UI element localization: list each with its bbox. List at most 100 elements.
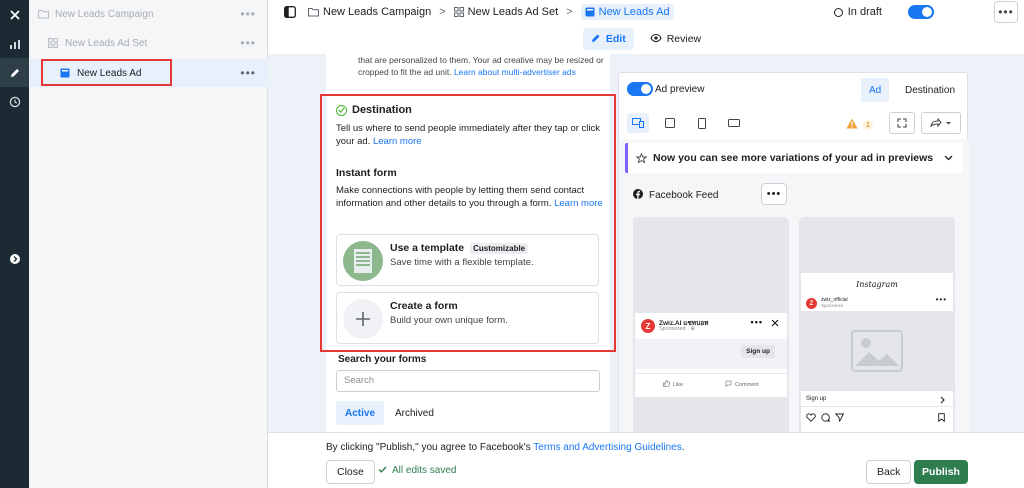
comment-action: Comment: [725, 380, 759, 389]
ad-preview-label: Ad preview: [655, 84, 705, 95]
back-button[interactable]: Back: [866, 460, 912, 484]
landscape-format-icon[interactable]: [723, 113, 745, 133]
tree-item-label: New Leads Campaign: [55, 8, 154, 20]
banner-text: Now you can see more variations of your …: [653, 152, 934, 164]
pencil-icon: [591, 33, 601, 46]
create-form-title: Create a form: [390, 300, 458, 312]
clock-icon[interactable]: [0, 87, 29, 116]
tab-ad[interactable]: Ad: [861, 78, 890, 102]
more-icon[interactable]: •••: [240, 36, 256, 50]
more-icon: •••: [750, 317, 763, 327]
sidebar-toggle-icon[interactable]: [284, 6, 296, 18]
tree-item-ad[interactable]: New Leads Ad •••: [29, 59, 268, 87]
consent-suffix: .: [681, 442, 685, 453]
warning-icon[interactable]: [841, 113, 863, 133]
draft-status: In draft: [833, 5, 934, 19]
close-icon[interactable]: [0, 0, 29, 29]
instant-form-description: Make connections with people by letting …: [336, 184, 604, 210]
square-format-icon[interactable]: [659, 113, 681, 133]
pencil-icon[interactable]: [0, 58, 29, 87]
search-forms-input[interactable]: Search: [336, 370, 600, 392]
status-ring-icon: [833, 7, 843, 17]
destination-section: Destination Tell us where to send people…: [336, 104, 604, 210]
form-column: that are personalized to them. Your ad c…: [326, 54, 610, 432]
multi-advertiser-link[interactable]: Learn about multi-advertiser ads: [454, 67, 576, 77]
terms-link[interactable]: Terms and Advertising Guidelines: [533, 442, 681, 453]
create-form-option[interactable]: Create a form Build your own unique form…: [336, 292, 599, 344]
footer: By clicking "Publish," you agree to Face…: [268, 432, 1024, 488]
template-title-row: Use a template Customizable: [390, 242, 529, 254]
fb-cta-button: Sign up: [741, 345, 775, 358]
review-button[interactable]: Review: [642, 28, 709, 50]
instagram-logo: Instagram: [801, 273, 953, 295]
share-icon[interactable]: [921, 112, 961, 134]
campaign-tree: New Leads Campaign ••• New Leads Ad Set …: [29, 0, 268, 488]
preview-toolbar: 1: [619, 109, 969, 139]
checkmark-icon: [378, 465, 387, 476]
template-title: Use a template: [390, 242, 465, 254]
tab-active[interactable]: Active: [336, 401, 385, 425]
mode-bar: Edit Review: [268, 24, 1024, 54]
destination-learn-more[interactable]: Learn more: [373, 136, 422, 147]
close-button[interactable]: Close: [326, 460, 375, 484]
destination-heading: Destination: [336, 104, 604, 116]
instagram-feed-mockup: Instagram Z zwiz_official Sponsored ••• …: [799, 217, 955, 432]
comment-icon: [821, 413, 831, 425]
grid-icon: [453, 7, 464, 17]
left-rail: [0, 0, 29, 488]
tree-item-campaign[interactable]: New Leads Campaign •••: [29, 0, 268, 28]
more-icon[interactable]: •••: [240, 7, 256, 21]
breadcrumb-ad[interactable]: New Leads Ad: [580, 4, 674, 20]
ad-toggle[interactable]: [908, 5, 934, 19]
ig-cta-label: Sign up: [806, 396, 827, 402]
more-icon[interactable]: •••: [240, 66, 256, 80]
fullscreen-icon[interactable]: [889, 112, 915, 134]
tab-destination[interactable]: Destination: [897, 78, 963, 102]
heart-icon: [806, 413, 816, 425]
search-forms-label: Search your forms: [338, 354, 427, 365]
template-description: Save time with a flexible template.: [390, 257, 534, 268]
thumbs-up-icon: [663, 380, 670, 389]
create-form-description: Build your own unique form.: [390, 315, 508, 326]
like-label: Like: [673, 381, 684, 388]
bookmark-icon: [938, 413, 945, 425]
more-options-button[interactable]: •••: [994, 1, 1018, 23]
expand-icon[interactable]: [0, 244, 29, 273]
destination-title: Destination: [352, 104, 412, 116]
variations-banner[interactable]: Now you can see more variations of your …: [625, 143, 963, 173]
destination-description: Tell us where to send people immediately…: [336, 122, 604, 148]
main-area: that are personalized to them. Your ad c…: [268, 54, 1024, 432]
chevron-down-icon[interactable]: [944, 152, 953, 164]
save-status-label: All edits saved: [392, 465, 457, 476]
publish-button[interactable]: Publish: [914, 460, 968, 484]
chart-icon[interactable]: [0, 29, 29, 58]
draft-status-label: In draft: [847, 6, 882, 18]
grid-icon: [47, 37, 59, 49]
vertical-format-icon[interactable]: [691, 113, 713, 133]
breadcrumb-campaign[interactable]: New Leads Campaign: [308, 6, 431, 18]
all-devices-icon[interactable]: [627, 113, 649, 133]
placement-name: Facebook Feed: [649, 190, 719, 201]
use-template-option[interactable]: Use a template Customizable Save time wi…: [336, 234, 599, 286]
consent-prefix: By clicking "Publish," you agree to Face…: [326, 442, 531, 453]
plus-icon: [343, 299, 383, 339]
instant-form-learn-more[interactable]: Learn more: [554, 198, 603, 209]
check-circle-icon: [336, 104, 347, 116]
consent-text: By clicking "Publish," you agree to Face…: [326, 442, 684, 453]
breadcrumb-label: New Leads Ad Set: [467, 6, 559, 18]
customizable-badge: Customizable: [470, 242, 529, 254]
tab-archived[interactable]: Archived: [386, 401, 443, 425]
preview-body: Now you can see more variations of your …: [619, 139, 969, 432]
tree-item-adset[interactable]: New Leads Ad Set •••: [29, 29, 268, 57]
fb-sponsored: Sponsored · ⊕: [659, 326, 696, 332]
breadcrumb-separator: >: [439, 6, 446, 18]
breadcrumb-label: New Leads Ad: [598, 6, 670, 18]
star-icon: [636, 152, 647, 164]
placement-more-button[interactable]: •••: [761, 183, 787, 205]
edit-button[interactable]: Edit: [582, 28, 634, 50]
breadcrumb-adset[interactable]: New Leads Ad Set: [453, 6, 559, 18]
ad-preview-toggle[interactable]: [627, 82, 653, 96]
tree-item-label: New Leads Ad Set: [65, 37, 148, 49]
breadcrumb-separator: >: [566, 6, 573, 18]
tree-item-label: New Leads Ad: [77, 67, 142, 79]
